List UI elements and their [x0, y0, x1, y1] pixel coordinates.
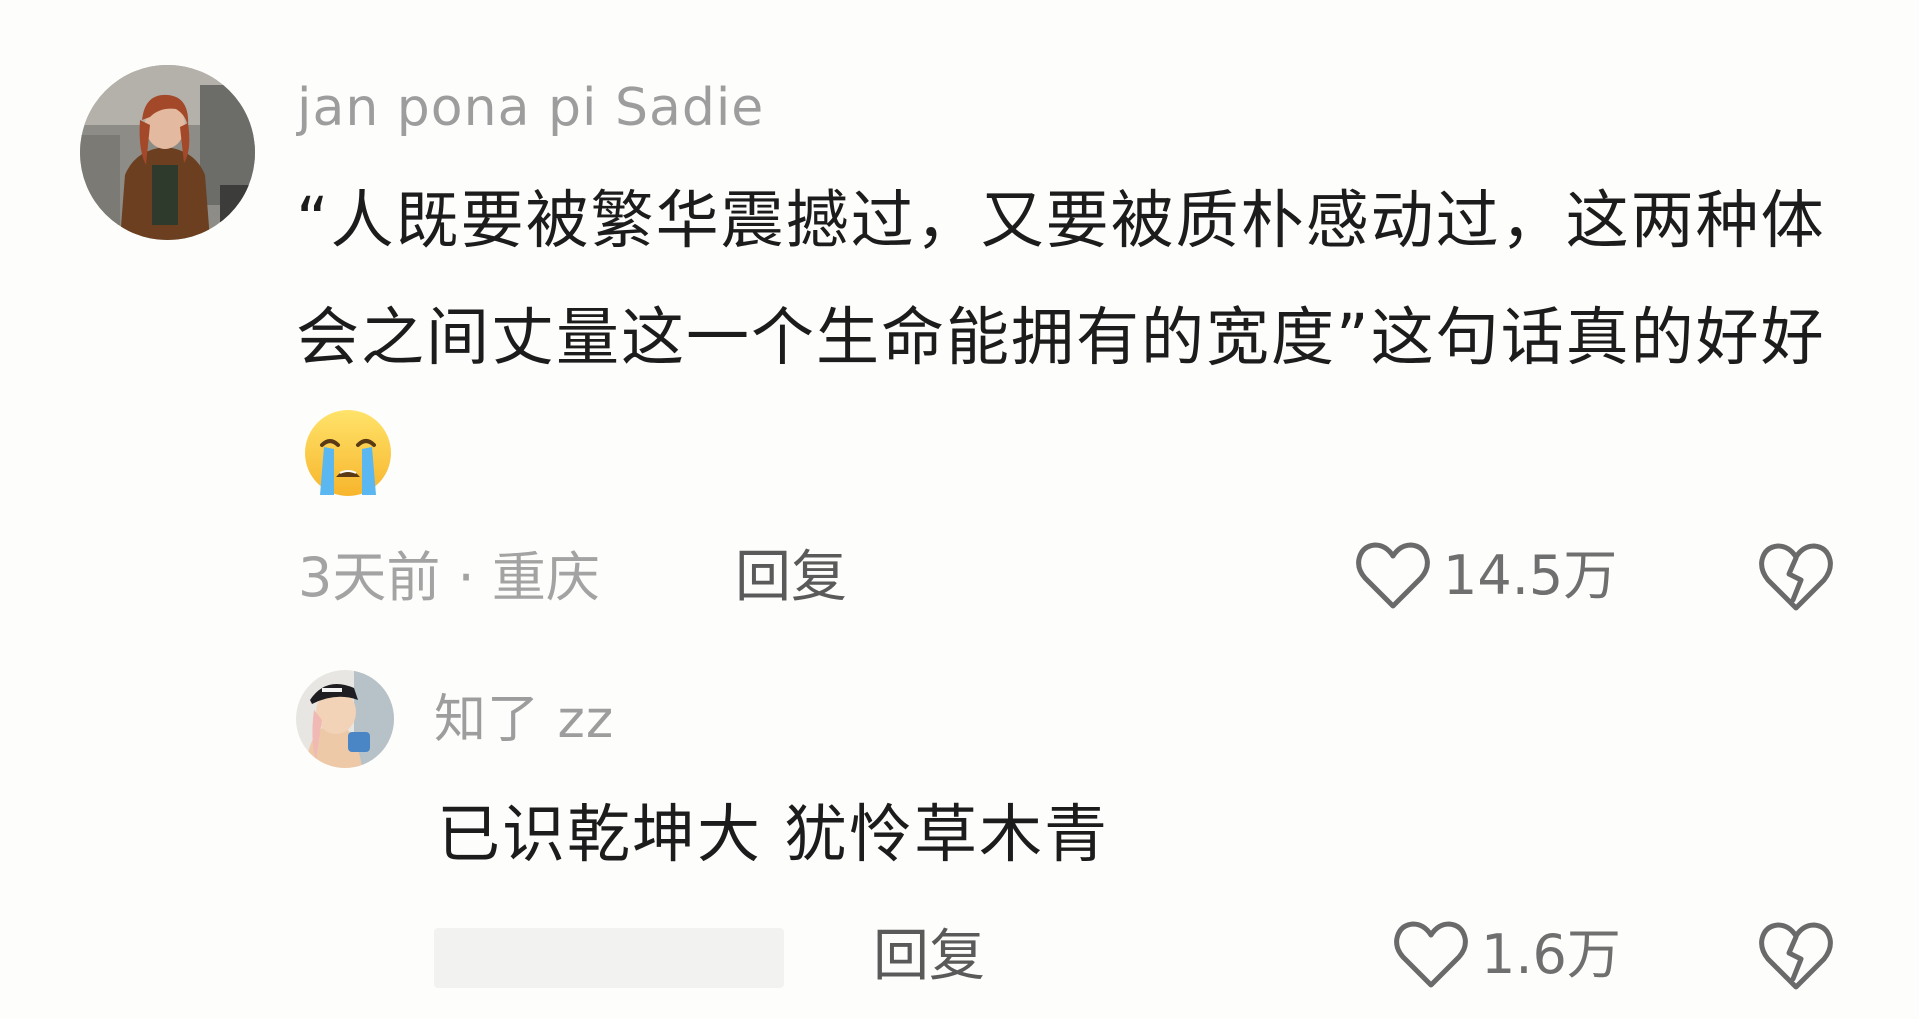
comment-thread: jan pona pi Sadie “人既要被繁华震撼过，又要被质朴感动过，这两…: [0, 0, 1919, 1019]
heart-outline-icon: [1394, 921, 1468, 988]
comment-text-body: “人既要被繁华震撼过，又要被质朴感动过，这两种体会之间丈量这一个生命能拥有的宽度…: [296, 184, 1826, 374]
dislike-button[interactable]: [1757, 540, 1835, 618]
avatar-photo: [80, 65, 255, 240]
reply-button[interactable]: 回复: [873, 922, 985, 992]
loudly-crying-face-icon: [302, 407, 394, 499]
replier-username[interactable]: 知了 zz: [434, 686, 614, 754]
commenter-avatar[interactable]: [80, 65, 255, 240]
reply-button[interactable]: 回复: [735, 543, 847, 613]
comment-text: “人既要被繁华震撼过，又要被质朴感动过，这两种体会之间丈量这一个生命能拥有的宽度…: [296, 162, 1836, 513]
comment-meta: 3天前 · 重庆: [298, 546, 600, 609]
like-button[interactable]: 1.6万: [1393, 919, 1621, 991]
avatar-photo: [296, 670, 394, 768]
broken-heart-icon: [1759, 543, 1833, 611]
heart-outline-icon: [1356, 542, 1430, 609]
replier-avatar[interactable]: [296, 670, 394, 768]
like-count: 14.5万: [1443, 544, 1618, 607]
dislike-button[interactable]: [1757, 919, 1835, 997]
redacted-meta: [434, 928, 784, 988]
reply-text: 已识乾坤大 犹怜草木青: [437, 798, 1110, 871]
broken-heart-icon: [1759, 922, 1833, 990]
commenter-username[interactable]: jan pona pi Sadie: [297, 74, 764, 142]
like-count: 1.6万: [1481, 923, 1621, 986]
like-button[interactable]: 14.5万: [1355, 540, 1617, 612]
